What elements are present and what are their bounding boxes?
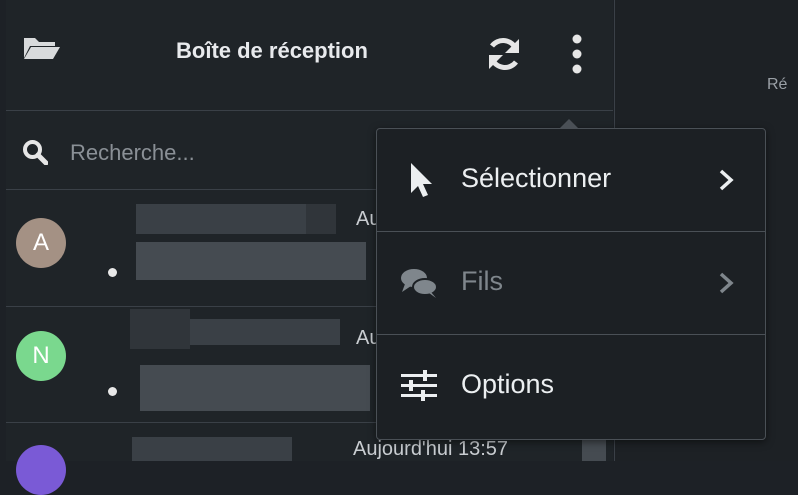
folder-icon[interactable] bbox=[23, 36, 61, 60]
menu-item-threads[interactable]: Fils bbox=[377, 232, 765, 335]
chat-bubbles-icon bbox=[401, 269, 438, 298]
menu-item-label: Options bbox=[461, 369, 555, 399]
unread-dot bbox=[108, 387, 117, 396]
pointer-icon bbox=[411, 163, 432, 197]
context-menu: Sélectionner Fils Options bbox=[376, 119, 766, 440]
search-icon bbox=[23, 140, 48, 165]
menu-item-select[interactable]: Sélectionner bbox=[377, 129, 765, 232]
refresh-icon[interactable] bbox=[483, 33, 525, 75]
chevron-right-icon bbox=[719, 272, 734, 294]
reading-pane-clipped-text: Ré bbox=[767, 76, 788, 93]
avatar: A bbox=[16, 218, 66, 268]
avatar: N bbox=[16, 331, 66, 381]
menu-pointer bbox=[559, 119, 579, 129]
menu-item-label: Fils bbox=[461, 266, 503, 296]
redacted-sender bbox=[132, 437, 292, 461]
avatar bbox=[16, 445, 66, 495]
menu-item-label: Sélectionner bbox=[461, 163, 612, 193]
redacted-subject bbox=[136, 242, 366, 280]
more-options-icon[interactable] bbox=[571, 33, 583, 75]
message-time: Aujourd'hui 13:57 bbox=[353, 438, 509, 460]
page-title: Boîte de réception bbox=[176, 38, 368, 63]
redacted-sender bbox=[136, 204, 306, 234]
redacted-block bbox=[306, 204, 336, 234]
redacted-subject bbox=[140, 365, 370, 411]
sliders-icon bbox=[401, 370, 437, 401]
redacted-sender bbox=[190, 319, 340, 345]
menu-item-options[interactable]: Options bbox=[377, 335, 765, 437]
list-header: Boîte de réception bbox=[6, 6, 613, 111]
redacted-block bbox=[582, 437, 606, 461]
redacted-block bbox=[130, 309, 190, 349]
search-input[interactable] bbox=[68, 133, 332, 173]
unread-dot bbox=[108, 268, 117, 277]
chevron-right-icon bbox=[719, 169, 734, 191]
